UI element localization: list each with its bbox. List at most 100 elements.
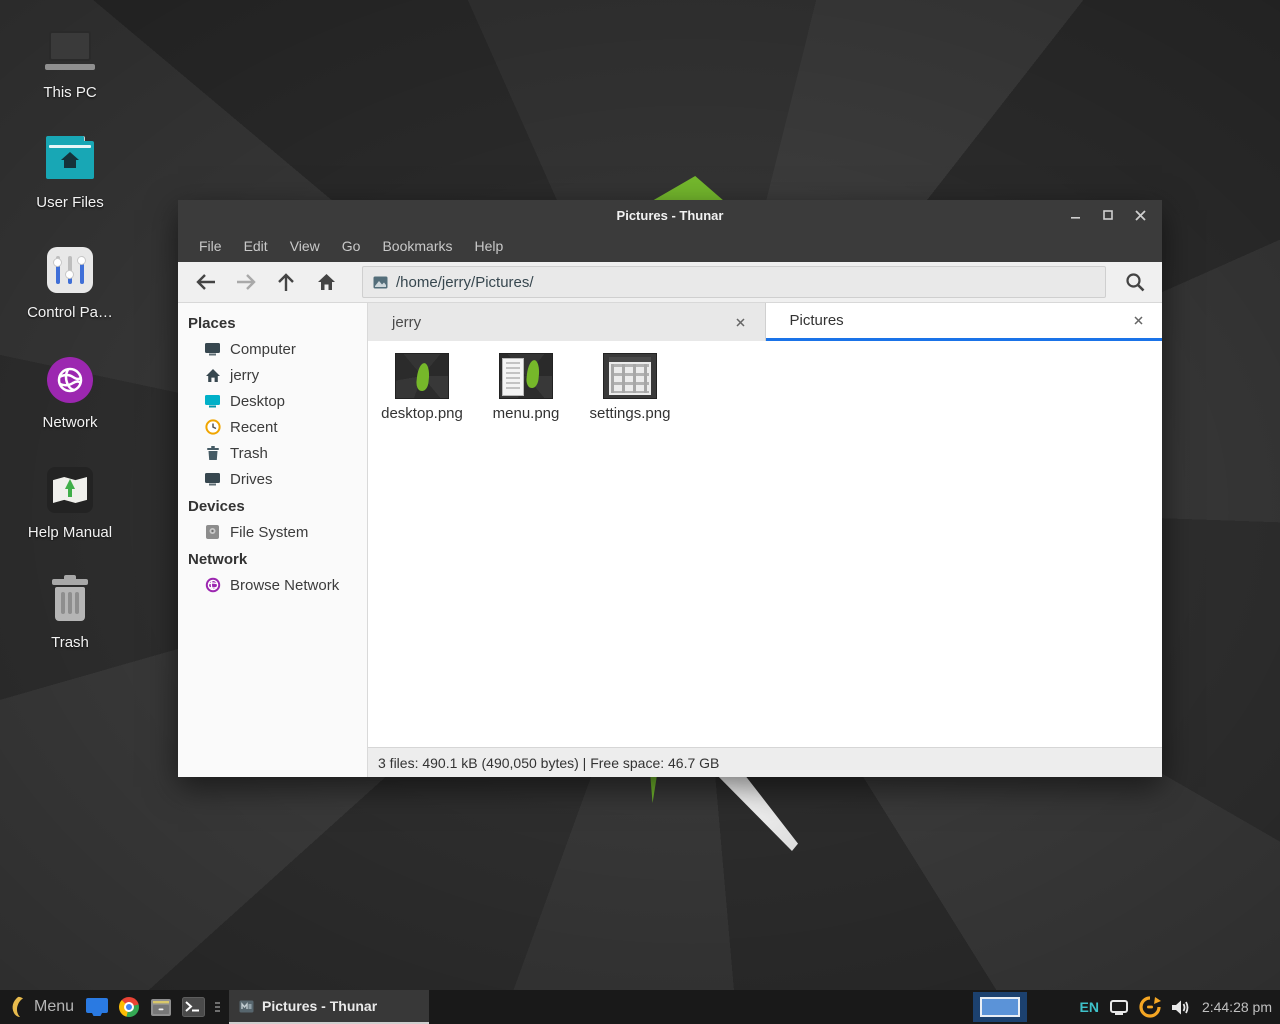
update-manager-icon[interactable]	[1139, 996, 1161, 1018]
file-name: settings.png	[590, 405, 671, 422]
close-button[interactable]	[1128, 204, 1152, 226]
taskbar: Menu Pictures - Thunar	[0, 990, 1280, 1024]
sidebar-item-recent[interactable]: Recent	[178, 414, 367, 440]
tab-pictures[interactable]: Pictures	[766, 303, 1163, 341]
menu-label: Menu	[34, 998, 74, 1016]
file-settings-png[interactable]: settings.png	[582, 349, 678, 422]
home-button[interactable]	[308, 267, 344, 297]
desktop-icon-label: Network	[42, 414, 97, 431]
forward-button[interactable]	[228, 267, 264, 297]
sidebar-item-file-system[interactable]: File System	[178, 519, 367, 545]
tab-jerry[interactable]: jerry	[368, 303, 766, 341]
desktop-icon-label: Trash	[51, 634, 89, 651]
applications-menu-button[interactable]: Menu	[6, 990, 78, 1024]
display-tray-icon[interactable]	[1109, 999, 1129, 1016]
desktop-icon-user-files[interactable]: User Files	[8, 134, 132, 238]
chrome-launcher[interactable]	[116, 994, 142, 1020]
taskbar-window-button[interactable]: Pictures - Thunar	[229, 990, 429, 1024]
tab-close-button[interactable]	[731, 312, 751, 332]
sidebar-header-devices: Devices	[178, 492, 367, 519]
minimize-button[interactable]	[1064, 204, 1088, 226]
menu-file[interactable]: File	[188, 232, 233, 260]
sidebar-item-desktop[interactable]: Desktop	[178, 388, 367, 414]
thunar-task-icon	[239, 1000, 254, 1013]
file-name: desktop.png	[381, 405, 463, 422]
menu-go[interactable]: Go	[331, 232, 372, 260]
trash-small-icon	[204, 445, 221, 462]
archive-manager-launcher[interactable]	[148, 994, 174, 1020]
tasklist-grip[interactable]	[212, 1002, 223, 1012]
desktop-monitor-icon	[204, 393, 221, 410]
desktop-icon-this-pc[interactable]: This PC	[8, 24, 132, 128]
file-thumbnail	[499, 353, 553, 399]
sidebar-item-label: jerry	[230, 367, 259, 384]
desktop-icon-label: Control Pa…	[27, 304, 113, 321]
sidebar-item-computer[interactable]: Computer	[178, 336, 367, 362]
toolbar: /home/jerry/Pictures/	[178, 262, 1162, 303]
sidebar-header-places: Places	[178, 309, 367, 336]
window-titlebar[interactable]: Pictures - Thunar	[178, 200, 1162, 230]
desktop-icon-help-manual[interactable]: Help Manual	[8, 464, 132, 568]
sidebar-item-label: Desktop	[230, 393, 285, 410]
clock[interactable]: 2:44:28 pm	[1200, 999, 1272, 1015]
location-bar[interactable]: /home/jerry/Pictures/	[362, 266, 1106, 298]
terminal-icon	[182, 997, 205, 1017]
sidebar-header-network: Network	[178, 545, 367, 572]
trash-icon	[44, 574, 96, 626]
image-file-icon	[373, 276, 388, 289]
browse-network-globe-icon	[204, 577, 221, 594]
workspace-switcher[interactable]	[973, 992, 1027, 1022]
sidebar-item-label: File System	[230, 524, 308, 541]
home-icon	[204, 367, 221, 384]
tab-close-button[interactable]	[1128, 311, 1148, 331]
file-thumbnail	[395, 353, 449, 399]
file-view[interactable]: desktop.png menu.png settings.png	[368, 341, 1162, 747]
sidebar-item-label: Computer	[230, 341, 296, 358]
up-button[interactable]	[268, 267, 304, 297]
menu-edit[interactable]: Edit	[233, 232, 279, 260]
desktop-icon-control-panel[interactable]: Control Pa…	[8, 244, 132, 348]
location-path: /home/jerry/Pictures/	[396, 274, 534, 291]
keyboard-layout-indicator[interactable]: EN	[1079, 999, 1098, 1015]
places-sidebar: Places Computer jerry Desktop	[178, 303, 368, 777]
sidebar-item-drives[interactable]: Drives	[178, 466, 367, 492]
file-cabinet-icon	[150, 998, 172, 1017]
maximize-button[interactable]	[1096, 204, 1120, 226]
sidebar-item-jerry[interactable]: jerry	[178, 362, 367, 388]
menu-bookmarks[interactable]: Bookmarks	[371, 232, 463, 260]
desktop-icon-network[interactable]: Network	[8, 354, 132, 458]
file-menu-png[interactable]: menu.png	[478, 349, 574, 422]
blue-display-icon	[85, 997, 109, 1017]
recent-clock-icon	[204, 419, 221, 436]
computer-icon	[204, 341, 221, 358]
file-thumbnail	[603, 353, 657, 399]
file-desktop-png[interactable]: desktop.png	[374, 349, 470, 422]
taskbar-window-label: Pictures - Thunar	[262, 998, 377, 1014]
thunar-window: Pictures - Thunar File Edit View Go Book…	[178, 200, 1162, 777]
sidebar-item-browse-network[interactable]: Browse Network	[178, 572, 367, 598]
volume-icon[interactable]	[1171, 999, 1190, 1016]
sidebar-item-label: Drives	[230, 471, 273, 488]
back-button[interactable]	[188, 267, 224, 297]
terminal-launcher[interactable]	[180, 994, 206, 1020]
sidebar-item-label: Browse Network	[230, 577, 339, 594]
distro-logo-icon	[10, 996, 26, 1018]
active-workspace[interactable]	[980, 997, 1020, 1017]
desktop-icon-trash[interactable]: Trash	[8, 574, 132, 678]
drives-icon	[204, 471, 221, 488]
tab-bar: jerry Pictures	[368, 303, 1162, 341]
status-bar: 3 files: 490.1 kB (490,050 bytes) | Free…	[368, 747, 1162, 777]
file-manager-launcher[interactable]	[84, 994, 110, 1020]
menu-view[interactable]: View	[279, 232, 331, 260]
tab-label: jerry	[392, 314, 421, 331]
file-name: menu.png	[493, 405, 560, 422]
window-title: Pictures - Thunar	[178, 208, 1162, 223]
desktop-icon-label: Help Manual	[28, 524, 112, 541]
home-folder-icon	[44, 134, 96, 186]
search-button[interactable]	[1118, 266, 1152, 298]
menu-help[interactable]: Help	[464, 232, 515, 260]
sidebar-item-trash[interactable]: Trash	[178, 440, 367, 466]
file-system-drive-icon	[204, 524, 221, 541]
desktop-icon-label: This PC	[43, 84, 96, 101]
system-tray: EN 2:44:28 pm	[1033, 996, 1272, 1018]
